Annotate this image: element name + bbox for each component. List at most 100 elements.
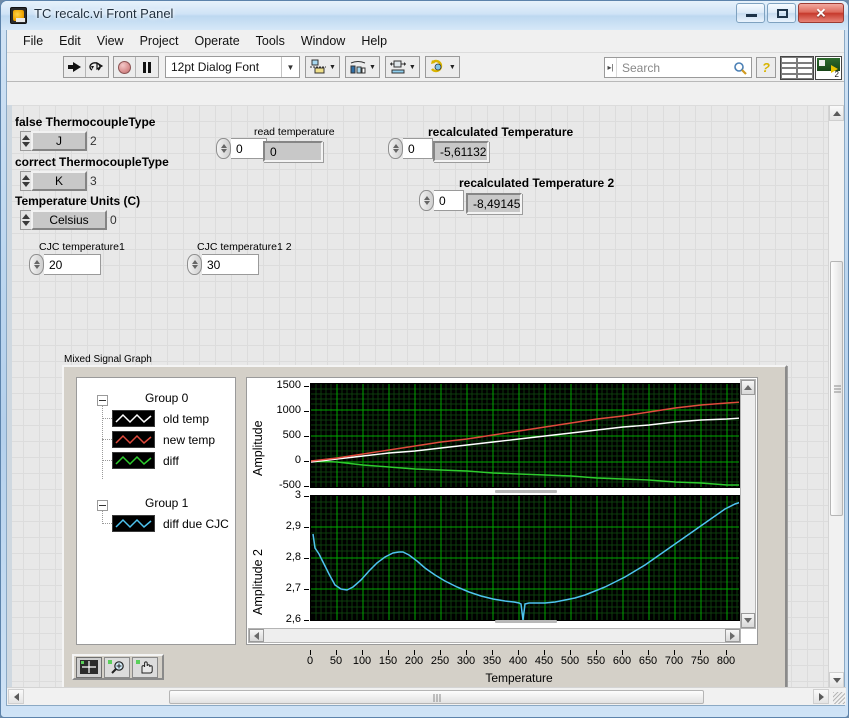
legend-item-diff-due-cjc[interactable]: diff due CJC [112, 515, 229, 532]
plot-area-amplitude-2[interactable] [310, 495, 740, 621]
vi-icon-button[interactable]: 2 [815, 56, 842, 80]
plot-scroll-down-button[interactable] [741, 613, 755, 628]
search-input[interactable]: ▸| Search [604, 57, 752, 78]
plot-splitter-top[interactable] [495, 490, 557, 493]
recalculated-temperature-2-spinner-value[interactable]: 0 [434, 190, 464, 211]
mixed-signal-graph[interactable]: Group 0 old temp new temp diff Group 1 d… [62, 365, 787, 688]
menu-edit[interactable]: Edit [51, 32, 89, 50]
plot-vertical-scrollbar[interactable] [740, 379, 756, 629]
menu-window[interactable]: Window [293, 32, 353, 50]
correct-thermocouple-spinner[interactable] [20, 171, 31, 191]
panel-horizontal-scroll-thumb[interactable] [169, 690, 704, 704]
chevron-down-icon: ▼ [448, 63, 456, 71]
close-button[interactable]: ✕ [798, 3, 844, 23]
plot-scroll-left-button[interactable] [249, 629, 264, 642]
panel-vertical-scroll-thumb[interactable] [830, 261, 843, 516]
legend-label-old-temp: old temp [163, 411, 210, 426]
distribute-objects-button[interactable]: ▼ [344, 56, 380, 78]
legend-tree-line [102, 406, 103, 479]
help-button[interactable]: ? [756, 57, 776, 78]
search-placeholder: Search [622, 60, 661, 75]
read-temperature-spinner[interactable] [216, 138, 231, 159]
zoom-tool-button[interactable] [104, 656, 130, 678]
legend-item-old-temp[interactable]: old temp [112, 410, 209, 427]
graph-plot-legend[interactable]: Group 0 old temp new temp diff Group 1 d… [76, 377, 236, 645]
false-thermocouple-spinner[interactable] [20, 131, 31, 151]
legend-tree-stub [102, 439, 112, 440]
false-thermocouple-value[interactable]: J [31, 131, 87, 151]
recalculated-temperature-2-spinner[interactable] [419, 190, 434, 211]
panel-scroll-right-button[interactable] [813, 689, 829, 704]
cjc-temperature-1-2-control[interactable]: 30 [187, 254, 259, 275]
run-continuously-icon [89, 61, 104, 71]
group-1-collapse-icon[interactable] [97, 500, 108, 511]
menu-help[interactable]: Help [353, 32, 395, 50]
temperature-units-value[interactable]: Celsius [31, 210, 107, 230]
plot-scroll-right-button[interactable] [725, 629, 740, 642]
plot-area-amplitude[interactable] [310, 383, 740, 488]
menu-project[interactable]: Project [132, 32, 187, 50]
reorder-objects-button[interactable]: ▼ [424, 56, 460, 78]
search-pin-icon: ▸| [605, 58, 617, 77]
pan-tool-button[interactable] [132, 656, 158, 678]
panel-horizontal-scrollbar[interactable] [7, 687, 846, 705]
read-temperature-spinner-control[interactable]: 0 [216, 138, 267, 159]
resize-objects-button[interactable]: ▼ [384, 56, 420, 78]
recalculated-temperature-spinner[interactable] [388, 138, 403, 159]
window-title: TC recalc.vi Front Panel [34, 6, 174, 21]
plot-scroll-up-button[interactable] [741, 380, 755, 395]
read-temperature-spinner-value[interactable]: 0 [231, 138, 267, 159]
panel-scroll-up-button[interactable] [829, 105, 844, 121]
xtick-750: 750 [690, 655, 710, 667]
connector-pane[interactable] [780, 56, 814, 80]
menu-view[interactable]: View [89, 32, 132, 50]
yaxis-1-tick-0: 0 [294, 454, 301, 466]
recalculated-temperature-indicator: -5,61132 [433, 141, 489, 162]
correct-thermocouple-type-ring[interactable]: K 3 [20, 171, 97, 191]
yaxis-1-tick-500: 500 [282, 429, 301, 441]
panel-scroll-left-button[interactable] [8, 689, 24, 704]
legend-item-new-temp[interactable]: new temp [112, 431, 215, 448]
recalculated-temperature-spinner-value[interactable]: 0 [403, 138, 433, 159]
abort-pause-group [113, 56, 159, 78]
graph-plots-pane: Amplitude 1500 1000 500 0 -500 Amplitude… [246, 377, 758, 645]
cursor-crosshair-tool-button[interactable] [76, 656, 102, 678]
yaxis-1-tick-1500: 1500 [276, 379, 301, 391]
abort-execution-button[interactable] [114, 57, 136, 77]
false-thermocouple-type-ring[interactable]: J 2 [20, 131, 97, 151]
panel-scroll-down-button[interactable] [829, 672, 844, 688]
cjc-temperature-1-2-spinner[interactable] [187, 254, 202, 275]
maximize-button[interactable] [767, 3, 796, 23]
menu-operate[interactable]: Operate [186, 32, 247, 50]
plot-splitter-bottom[interactable] [495, 620, 557, 623]
recalculated-temperature-2-spinner-control[interactable]: 0 [419, 190, 464, 211]
cursor-crosshair-icon [80, 660, 98, 674]
run-continuously-button[interactable] [86, 57, 108, 77]
cjc-temperature-1-control[interactable]: 20 [29, 254, 101, 275]
recalculated-temperature-spinner-control[interactable]: 0 [388, 138, 433, 159]
window-resize-grip[interactable] [833, 692, 845, 704]
minimize-button[interactable] [736, 3, 765, 23]
align-objects-button[interactable]: ▼ [305, 56, 340, 78]
xtick-300: 300 [456, 655, 476, 667]
temperature-units-spinner[interactable] [20, 210, 31, 230]
distribute-objects-icon [350, 61, 366, 74]
group-0-collapse-icon[interactable] [97, 395, 108, 406]
panel-vertical-scrollbar[interactable] [828, 105, 844, 688]
menu-file[interactable]: File [15, 32, 51, 50]
font-selector[interactable]: 12pt Dialog Font ▼ [165, 56, 300, 78]
correct-thermocouple-value[interactable]: K [31, 171, 87, 191]
cjc-temperature-1-value[interactable]: 20 [44, 254, 101, 275]
front-panel-canvas: false ThermocoupleType J 2 correct Therm… [7, 105, 846, 706]
cjc-temperature-1-2-value[interactable]: 30 [202, 254, 259, 275]
temperature-units-ring[interactable]: Celsius 0 [20, 210, 117, 230]
plot-horizontal-scrollbar[interactable] [248, 628, 741, 643]
run-button[interactable] [64, 57, 86, 77]
legend-item-diff[interactable]: diff [112, 452, 179, 469]
legend-label-diff-due-cjc: diff due CJC [163, 516, 229, 531]
legend-label-new-temp: new temp [163, 432, 216, 447]
cjc-temperature-1-spinner[interactable] [29, 254, 44, 275]
pause-button[interactable] [136, 57, 158, 77]
graph-palette[interactable] [72, 654, 164, 680]
menu-tools[interactable]: Tools [248, 32, 293, 50]
